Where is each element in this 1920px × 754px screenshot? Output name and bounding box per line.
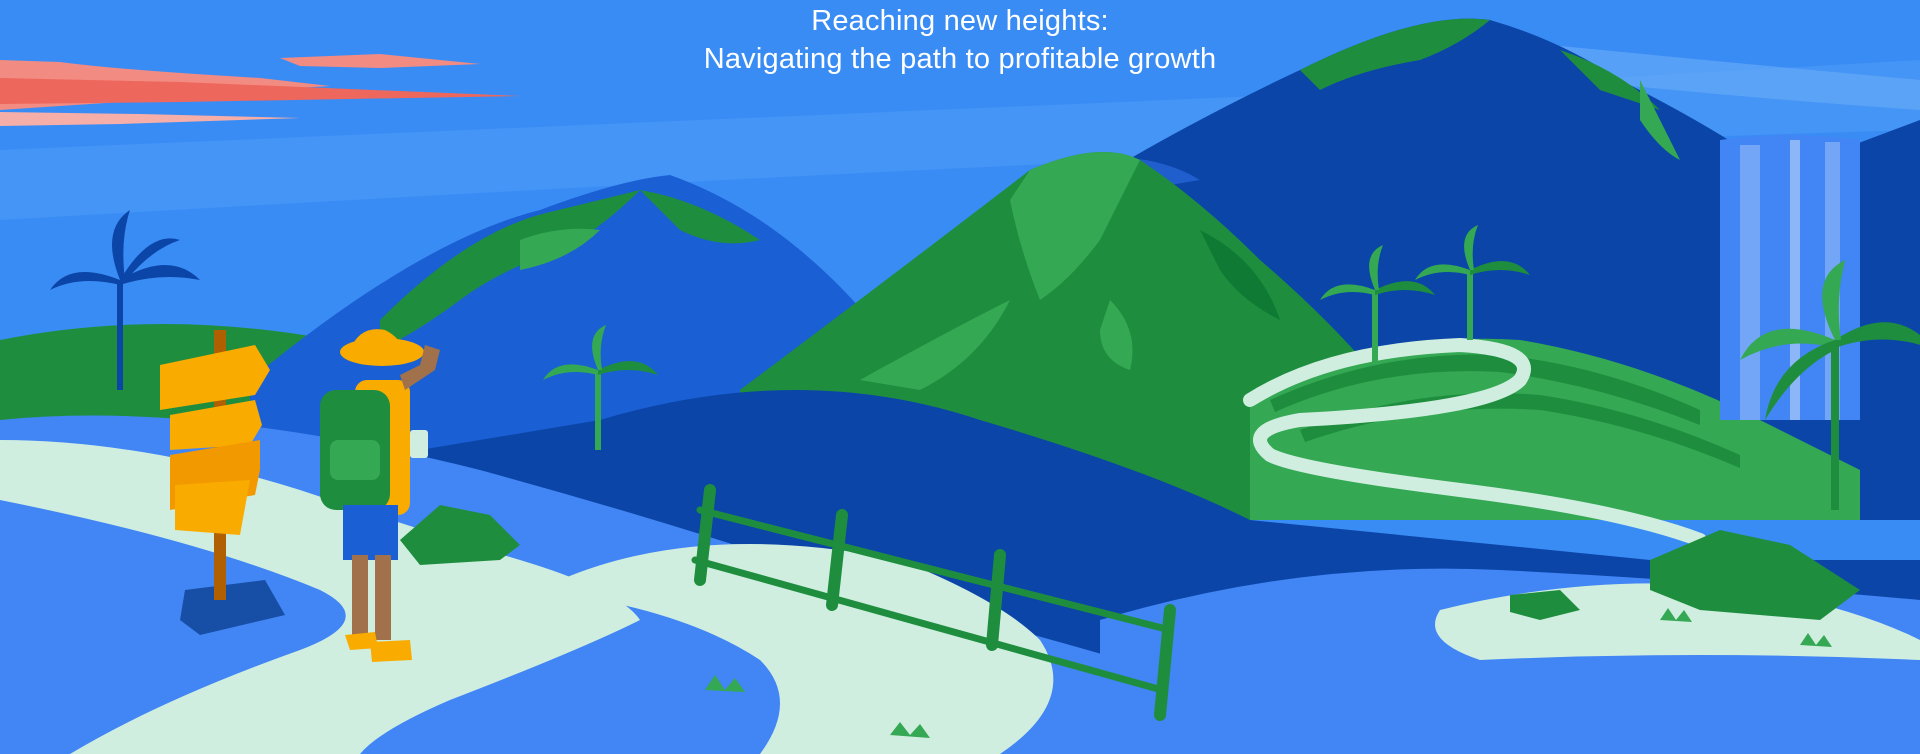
headline-line-2: Navigating the path to profitable growth: [703, 43, 1217, 75]
page-title: Reaching new heights: Navigating the pat…: [0, 2, 1920, 78]
hero-illustration: Reaching new heights: Navigating the pat…: [0, 0, 1920, 754]
headline-line-1: Reaching new heights:: [811, 5, 1109, 37]
landscape-illustration: [0, 0, 1920, 754]
